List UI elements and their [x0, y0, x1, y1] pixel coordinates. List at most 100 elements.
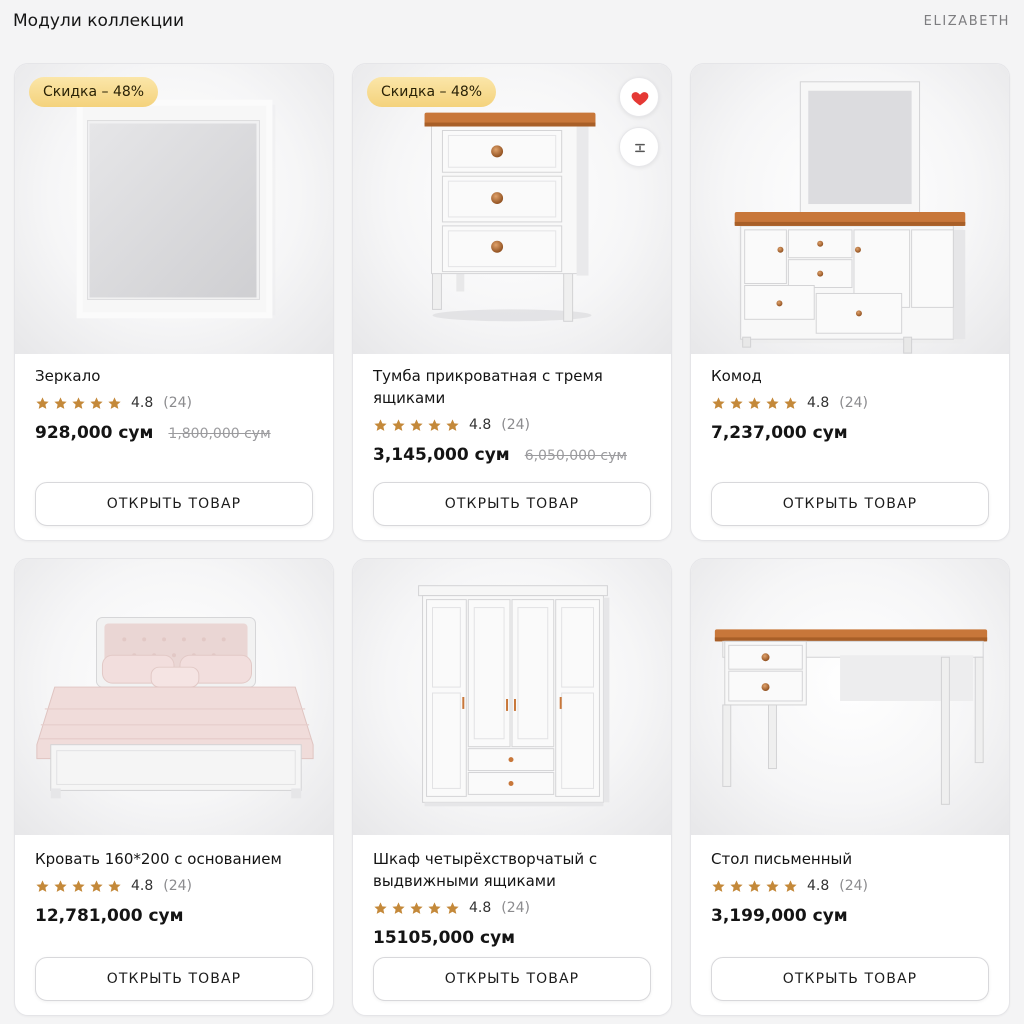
review-count[interactable]: (24) — [839, 878, 868, 894]
star-icon — [391, 418, 406, 433]
review-count[interactable]: (24) — [501, 900, 530, 916]
star-icon — [373, 901, 388, 916]
product-image-mirror[interactable] — [15, 64, 333, 354]
product-card-desk[interactable]: Стол письменный 4.8 (24) 3,199,000 сум О… — [690, 558, 1010, 1016]
rating-stars — [711, 396, 798, 411]
product-card-bed[interactable]: Кровать 160*200 с основанием 4.8 (24) 12… — [14, 558, 334, 1016]
star-icon — [409, 418, 424, 433]
price: 7,237,000 сум — [711, 423, 848, 443]
price: 15105,000 сум — [373, 928, 516, 948]
star-icon — [729, 879, 744, 894]
price-row: 7,237,000 сум — [711, 423, 991, 443]
bed-icon — [36, 617, 314, 799]
rating-value: 4.8 — [469, 417, 492, 433]
product-name[interactable]: Тумба прикроватная с тремя ящиками — [373, 365, 653, 409]
open-product-button[interactable]: ОТКРЫТЬ ТОВАР — [373, 957, 651, 1001]
rating: 4.8 (24) — [711, 874, 991, 898]
product-name[interactable]: Кровать 160*200 с основанием — [35, 848, 315, 870]
star-icon — [765, 879, 780, 894]
star-icon — [107, 396, 122, 411]
favorite-button[interactable] — [619, 77, 659, 117]
page-header: Модули коллекции ELIZABETH — [0, 0, 1024, 46]
product-name[interactable]: Стол письменный — [711, 848, 991, 870]
mirror-icon — [76, 99, 276, 319]
desk-icon — [714, 629, 988, 805]
star-icon — [427, 901, 442, 916]
product-name[interactable]: Шкаф четырёхстворчатый с выдвижными ящик… — [373, 848, 653, 892]
star-icon — [53, 879, 68, 894]
heart-icon — [631, 92, 649, 106]
product-name[interactable]: Комод — [711, 365, 991, 387]
star-icon — [783, 396, 798, 411]
star-icon — [711, 879, 726, 894]
star-icon — [427, 418, 442, 433]
star-icon — [747, 879, 762, 894]
review-count[interactable]: (24) — [839, 395, 868, 411]
brand-logo[interactable]: ELIZABETH — [924, 14, 1010, 29]
price-row: 3,199,000 сум — [711, 906, 991, 926]
price: 3,145,000 сум — [373, 445, 510, 465]
product-name[interactable]: Зеркало — [35, 365, 315, 387]
rating-stars — [373, 418, 460, 433]
open-product-button[interactable]: ОТКРЫТЬ ТОВАР — [373, 482, 651, 526]
review-count[interactable]: (24) — [163, 878, 192, 894]
rating: 4.8 (24) — [711, 391, 991, 415]
star-icon — [729, 396, 744, 411]
product-card-wardrobe[interactable]: Шкаф четырёхстворчатый с выдвижными ящик… — [352, 558, 672, 1016]
open-product-button[interactable]: ОТКРЫТЬ ТОВАР — [35, 482, 313, 526]
star-icon — [391, 901, 406, 916]
rating-stars — [711, 879, 798, 894]
product-image-desk[interactable] — [691, 559, 1009, 835]
rating-stars — [373, 901, 460, 916]
price-row: 12,781,000 сум — [35, 906, 315, 926]
star-icon — [71, 879, 86, 894]
product-image-wardrobe[interactable] — [353, 559, 671, 835]
star-icon — [711, 396, 726, 411]
wardrobe-icon — [418, 585, 610, 807]
rating-value: 4.8 — [469, 900, 492, 916]
rating-value: 4.8 — [807, 878, 830, 894]
rating-value: 4.8 — [131, 395, 154, 411]
star-icon — [373, 418, 388, 433]
star-icon — [747, 396, 762, 411]
rating-value: 4.8 — [807, 395, 830, 411]
product-card-dresser[interactable]: Комод 4.8 (24) 7,237,000 сум ОТКРЫТЬ ТОВ… — [690, 63, 1010, 541]
rating-stars — [35, 879, 122, 894]
star-icon — [445, 901, 460, 916]
old-price: 6,050,000 сум — [524, 448, 627, 464]
rating: 4.8 (24) — [35, 874, 315, 898]
review-count[interactable]: (24) — [163, 395, 192, 411]
discount-badge: Скидка – 48% — [29, 77, 159, 107]
star-icon — [409, 901, 424, 916]
rating: 4.8 (24) — [373, 896, 653, 920]
star-icon — [89, 879, 104, 894]
star-icon — [53, 396, 68, 411]
rating: 4.8 (24) — [35, 391, 315, 415]
star-icon — [783, 879, 798, 894]
product-card-nightstand[interactable]: Скидка – 48% Тумба прикроватная с тремя … — [352, 63, 672, 541]
review-count[interactable]: (24) — [501, 417, 530, 433]
rating: 4.8 (24) — [373, 413, 653, 437]
star-icon — [35, 396, 50, 411]
price-row: 3,145,000 сум 6,050,000 сум — [373, 445, 653, 465]
old-price: 1,800,000 сум — [168, 426, 271, 442]
product-image-bed[interactable] — [15, 559, 333, 835]
price-row: 15105,000 сум — [373, 928, 653, 948]
rating-value: 4.8 — [131, 878, 154, 894]
open-product-button[interactable]: ОТКРЫТЬ ТОВАР — [711, 957, 989, 1001]
discount-badge: Скидка – 48% — [367, 77, 497, 107]
open-product-button[interactable]: ОТКРЫТЬ ТОВАР — [35, 957, 313, 1001]
compare-button[interactable] — [619, 127, 659, 167]
price: 928,000 сум — [35, 423, 154, 443]
star-icon — [765, 396, 780, 411]
price-row: 928,000 сум 1,800,000 сум — [35, 423, 315, 443]
price: 3,199,000 сум — [711, 906, 848, 926]
rating-stars — [35, 396, 122, 411]
compare-icon — [635, 143, 645, 153]
star-icon — [35, 879, 50, 894]
product-card-mirror[interactable]: Скидка – 48% Зеркало 4.8 (24) 928,000 су… — [14, 63, 334, 541]
star-icon — [71, 396, 86, 411]
star-icon — [445, 418, 460, 433]
product-image-dresser[interactable] — [691, 64, 1009, 354]
open-product-button[interactable]: ОТКРЫТЬ ТОВАР — [711, 482, 989, 526]
